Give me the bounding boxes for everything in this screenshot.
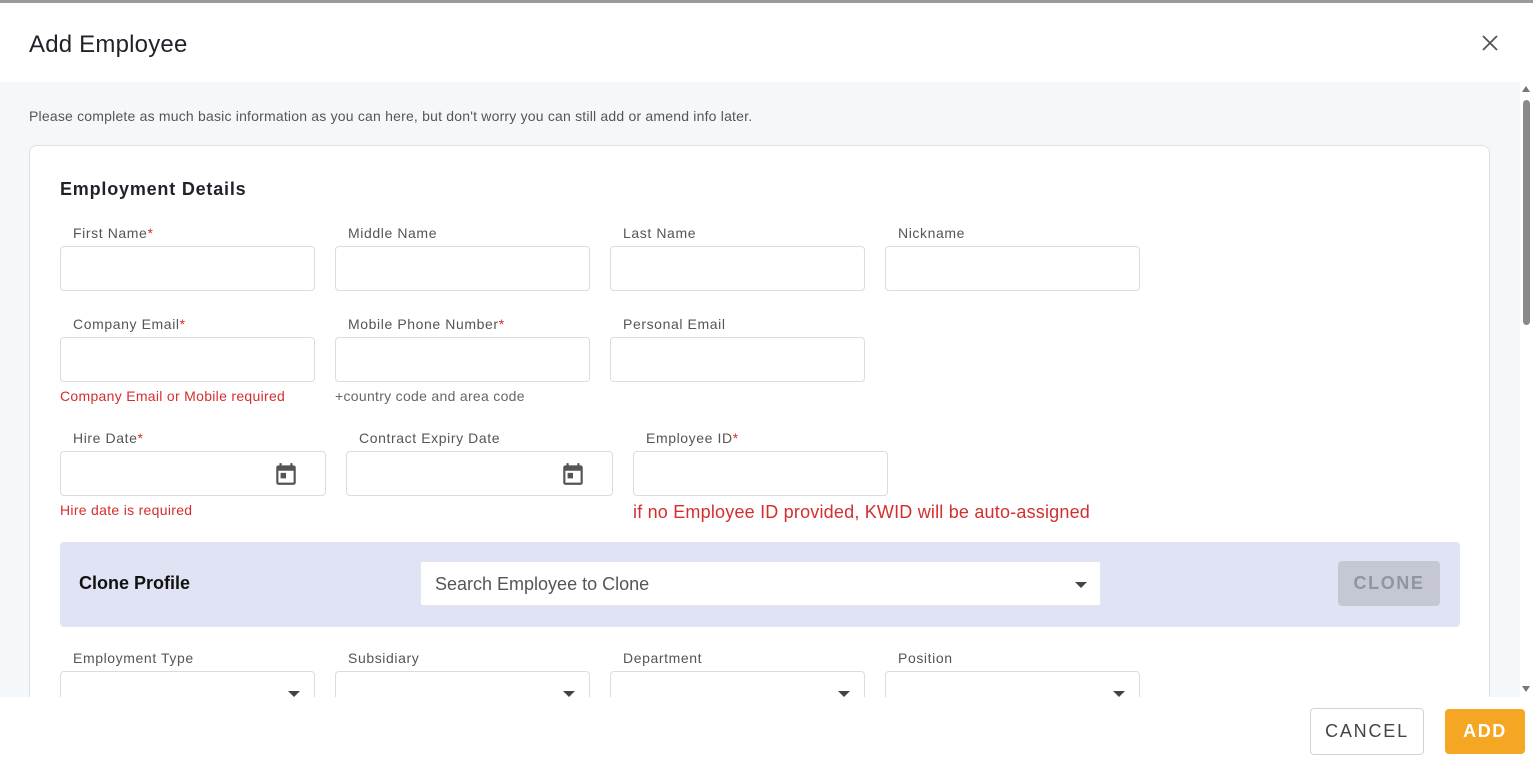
mobile-phone-field[interactable] xyxy=(335,337,590,382)
dialog-body: Please complete as much basic informatio… xyxy=(0,82,1520,697)
middle-name-label: Middle Name xyxy=(348,225,438,241)
company-email-label: Company Email* xyxy=(73,316,186,332)
employee-id-field[interactable] xyxy=(633,451,888,496)
dialog-header: Add Employee xyxy=(0,3,1533,82)
clone-select-placeholder: Search Employee to Clone xyxy=(435,574,650,594)
clone-profile-label: Clone Profile xyxy=(79,573,191,593)
employment-details-card: Employment Details First Name* Middle Na… xyxy=(29,145,1490,697)
intro-text: Please complete as much basic informatio… xyxy=(29,108,753,124)
subsidiary-label: Subsidiary xyxy=(348,650,420,666)
hire-date-label: Hire Date* xyxy=(73,430,144,446)
scroll-up-icon[interactable] xyxy=(1522,86,1530,92)
company-email-field[interactable] xyxy=(60,337,315,382)
employment-type-select[interactable] xyxy=(60,671,315,697)
position-select[interactable] xyxy=(885,671,1140,697)
cancel-button[interactable]: CANCEL xyxy=(1310,708,1424,755)
clone-button[interactable]: CLONE xyxy=(1338,561,1440,606)
chevron-down-icon[interactable] xyxy=(1075,582,1087,588)
hire-date-error: Hire date is required xyxy=(60,502,193,518)
close-icon[interactable] xyxy=(1478,31,1502,55)
add-button[interactable]: ADD xyxy=(1445,709,1525,754)
company-email-error: Company Email or Mobile required xyxy=(60,388,286,404)
contract-expiry-field[interactable] xyxy=(346,451,613,496)
dialog-footer: CANCEL ADD xyxy=(0,697,1533,760)
first-name-label: First Name* xyxy=(73,225,154,241)
clone-employee-select[interactable]: Search Employee to Clone xyxy=(420,561,1101,606)
mobile-phone-label: Mobile Phone Number* xyxy=(348,316,505,332)
section-title: Employment Details xyxy=(60,179,247,199)
vertical-scrollbar[interactable] xyxy=(1520,82,1533,697)
employee-id-error: if no Employee ID provided, KWID will be… xyxy=(633,502,1091,522)
scroll-down-icon[interactable] xyxy=(1522,686,1530,692)
employee-id-label: Employee ID* xyxy=(646,430,739,446)
nickname-field[interactable] xyxy=(885,246,1140,291)
nickname-label: Nickname xyxy=(898,225,966,241)
personal-email-label: Personal Email xyxy=(623,316,726,332)
last-name-label: Last Name xyxy=(623,225,697,241)
employment-type-label: Employment Type xyxy=(73,650,194,666)
position-label: Position xyxy=(898,650,953,666)
calendar-icon[interactable] xyxy=(560,461,586,487)
scroll-thumb[interactable] xyxy=(1523,100,1530,325)
hire-date-field[interactable] xyxy=(60,451,326,496)
department-select[interactable] xyxy=(610,671,865,697)
contract-expiry-label: Contract Expiry Date xyxy=(359,430,501,446)
clone-profile-panel: Clone Profile Search Employee to Clone C… xyxy=(60,542,1460,627)
subsidiary-select[interactable] xyxy=(335,671,590,697)
mobile-phone-helper: +country code and area code xyxy=(335,388,525,404)
calendar-icon[interactable] xyxy=(273,461,299,487)
dialog-title: Add Employee xyxy=(29,31,188,58)
middle-name-field[interactable] xyxy=(335,246,590,291)
personal-email-field[interactable] xyxy=(610,337,865,382)
department-label: Department xyxy=(623,650,703,666)
last-name-field[interactable] xyxy=(610,246,865,291)
first-name-field[interactable] xyxy=(60,246,315,291)
